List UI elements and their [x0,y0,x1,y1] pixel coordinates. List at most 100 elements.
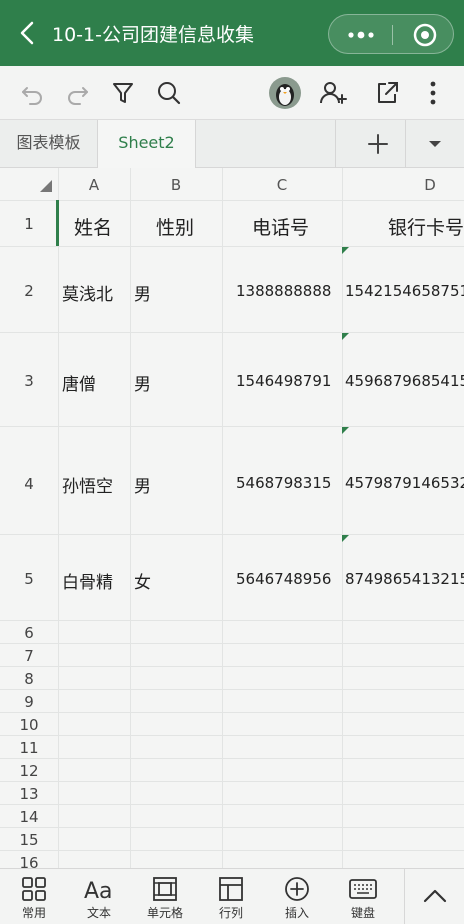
column-header-b[interactable]: B [130,176,222,194]
text-number-indicator [342,427,349,434]
search-icon[interactable] [154,78,184,108]
row-header[interactable]: 16 [0,854,58,868]
cell-a1[interactable]: 姓名 [74,213,112,240]
grid-line [0,200,464,201]
common-label: 常用 [21,906,46,920]
row-header[interactable]: 13 [0,785,58,803]
grid-line [0,666,464,667]
row-header[interactable]: 10 [0,716,58,734]
text-number-indicator [342,535,349,542]
grid-line [58,168,59,868]
sheet-menu-chevron-down-icon[interactable] [406,120,464,168]
row-column-button[interactable]: 行列 [201,873,261,923]
row-header[interactable]: 8 [0,670,58,688]
cell-a4[interactable]: 孙悟空 [62,472,113,497]
column-header-d[interactable]: D [342,176,464,194]
tab-sheet2[interactable]: Sheet2 [98,120,196,168]
filter-icon[interactable] [108,78,138,108]
cell-d3[interactable]: 45968796854152 [345,372,464,390]
text-number-indicator [342,333,349,340]
row-header[interactable]: 15 [0,831,58,849]
cell-a3[interactable]: 唐僧 [62,370,96,395]
grid-line [0,689,464,690]
sheet-tabs: 图表模板 Sheet2 [0,120,464,168]
cell-a5[interactable]: 白骨精 [62,568,113,593]
text-button[interactable]: Aa 文本 [69,873,129,923]
edit-toolbar [0,66,464,120]
svg-text:Aa: Aa [84,879,113,903]
cell-b3[interactable]: 男 [134,370,151,395]
text-label: 文本 [86,906,111,920]
cell-c3[interactable]: 1546498791 [236,372,331,390]
grid-line [342,168,343,868]
share-icon[interactable] [372,78,402,108]
close-target-icon[interactable] [407,21,443,49]
mini-program-capsule [328,14,454,54]
cell-b4[interactable]: 男 [134,472,151,497]
cell-b2[interactable]: 男 [134,280,151,305]
select-all-corner[interactable] [40,180,52,192]
title-bar: 10-1-公司团建信息收集 [0,0,464,66]
row-header[interactable]: 3 [0,372,58,390]
grid-line [0,735,464,736]
row-header[interactable]: 11 [0,739,58,757]
grid-line [0,850,464,851]
cell-label: 单元格 [146,906,183,920]
row-header[interactable]: 12 [0,762,58,780]
grid-line [0,712,464,713]
cell-d1[interactable]: 银行卡号 [388,213,464,240]
keyboard-label: 键盘 [350,906,375,920]
common-button[interactable]: 常用 [4,873,64,923]
column-header-c[interactable]: C [222,176,342,194]
row-header[interactable]: 1 [0,215,58,233]
text-number-indicator [342,247,349,254]
row-header[interactable]: 14 [0,808,58,826]
grid-line [0,781,464,782]
grid-line [0,332,464,333]
back-icon[interactable] [14,18,42,48]
row-header[interactable]: 7 [0,647,58,665]
collapse-chevron-up-icon[interactable] [404,868,464,924]
keyboard-icon [349,879,377,899]
cell-c5[interactable]: 5646748956 [236,570,331,588]
row-header[interactable]: 4 [0,475,58,493]
plus-circle-icon [285,877,309,901]
grid-line [0,426,464,427]
cell-a2[interactable]: 莫浅北 [62,280,113,305]
row-header[interactable]: 9 [0,693,58,711]
column-header-a[interactable]: A [58,176,130,194]
cell-c1[interactable]: 电话号 [252,213,309,240]
cell-button[interactable]: 单元格 [135,873,195,923]
row-header[interactable]: 2 [0,282,58,300]
bottom-toolbar: 常用 Aa 文本 单元格 行列 插入 键盘 [0,868,464,924]
row-header[interactable]: 5 [0,570,58,588]
cell-c4[interactable]: 5468798315 [236,474,331,492]
undo-icon[interactable] [18,78,48,108]
add-sheet-button[interactable] [350,120,406,168]
insert-button[interactable]: 插入 [267,873,327,923]
cell-b1[interactable]: 性别 [156,213,194,240]
more-dots-icon[interactable] [341,21,381,49]
cell-frame-icon [153,877,177,901]
grid-line [0,246,464,247]
avatar[interactable] [268,76,302,110]
add-collaborator-icon[interactable] [318,78,348,108]
keyboard-button[interactable]: 键盘 [333,873,393,923]
spreadsheet-grid[interactable]: A B C D 1 姓名 性别 电话号 银行卡号 2 莫浅北 男 1388888… [0,168,464,868]
more-vertical-icon[interactable] [418,78,448,108]
cell-b5[interactable]: 女 [134,568,151,593]
grid-line [130,168,131,868]
tab-empty-slot [196,120,336,168]
redo-icon[interactable] [62,78,92,108]
grid-line [0,804,464,805]
grid-line [0,534,464,535]
row-column-label: 行列 [218,906,243,920]
text-format-icon: Aa [84,879,113,903]
row-header[interactable]: 6 [0,624,58,642]
cell-c2[interactable]: 1388888888 [236,282,331,300]
cell-d5[interactable]: 87498654132154 [345,570,464,588]
cell-d4[interactable]: 45798791465323 [345,474,464,492]
grid-line [0,620,464,621]
tab-chart-template[interactable]: 图表模板 [0,120,98,168]
cell-d2[interactable]: 15421546587512 [345,282,464,300]
